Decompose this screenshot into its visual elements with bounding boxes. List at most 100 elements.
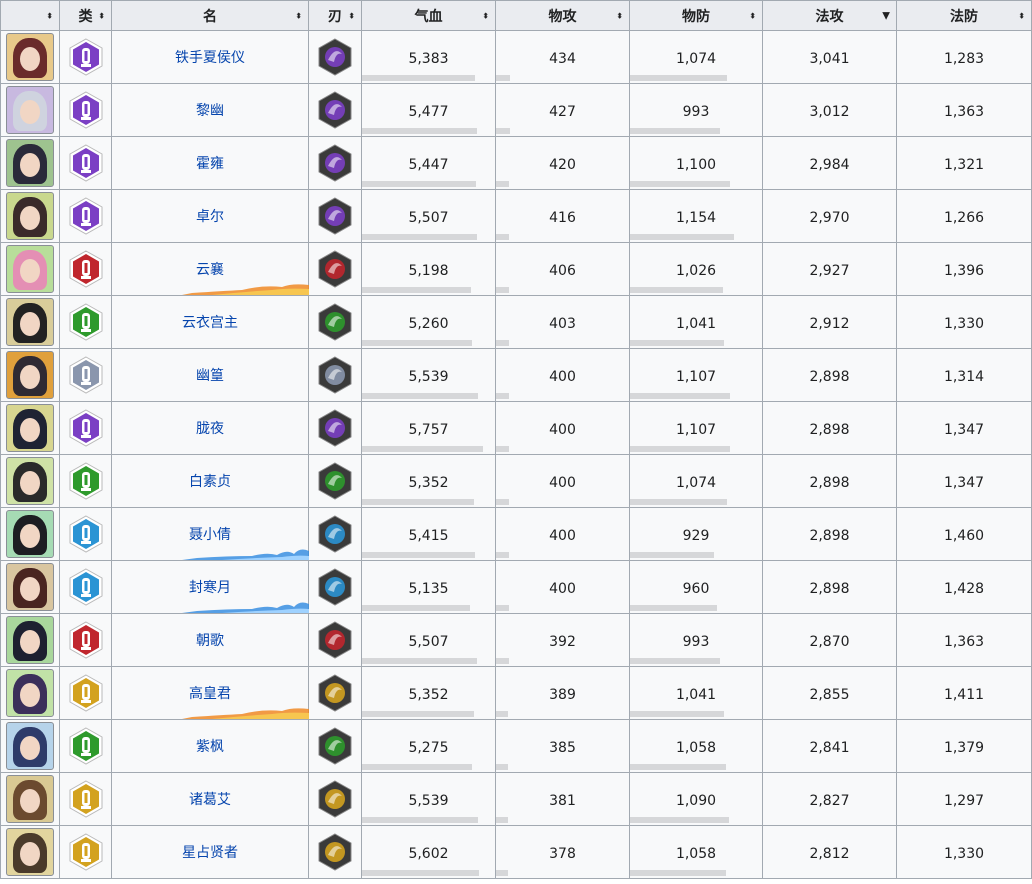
character-portrait[interactable]: [6, 616, 54, 664]
character-name-link[interactable]: 卓尔: [196, 209, 224, 225]
purple-blade-icon[interactable]: [309, 409, 361, 447]
red-class-icon[interactable]: [60, 249, 111, 289]
column-header-matk[interactable]: 法攻 ▼: [762, 0, 897, 31]
character-portrait[interactable]: [6, 86, 54, 134]
sort-icon[interactable]: ⬍: [295, 11, 302, 20]
blue-class-icon[interactable]: [60, 514, 111, 554]
purple-blade-icon[interactable]: [309, 197, 361, 235]
character-name-link[interactable]: 聂小倩: [189, 527, 231, 543]
green-class-icon[interactable]: [60, 302, 111, 342]
character-name-link[interactable]: 霍雍: [196, 156, 224, 172]
character-name-link[interactable]: 云衣宫主: [182, 315, 238, 331]
character-portrait[interactable]: [6, 563, 54, 611]
character-portrait[interactable]: [6, 722, 54, 770]
column-header-type[interactable]: 类 ⬍: [59, 0, 112, 31]
red-blade-icon[interactable]: [309, 250, 361, 288]
purple-class-icon[interactable]: [60, 37, 111, 77]
character-portrait[interactable]: [6, 139, 54, 187]
pdef-value: 1,041: [675, 315, 717, 332]
gold-blade-icon[interactable]: [309, 780, 361, 818]
matk-cell: 2,898: [762, 401, 897, 455]
purple-class-icon[interactable]: [60, 90, 111, 130]
hp-cell: 5,477: [361, 83, 496, 137]
matk-value: 3,041: [809, 50, 850, 67]
character-name-link[interactable]: 星占贤者: [182, 845, 238, 861]
character-name-link[interactable]: 紫枫: [196, 739, 224, 755]
character-portrait[interactable]: [6, 351, 54, 399]
column-header-blade[interactable]: 刃 ⬍: [308, 0, 362, 31]
red-blade-icon[interactable]: [309, 621, 361, 659]
green-class-icon[interactable]: [60, 461, 111, 501]
red-class-icon[interactable]: [60, 620, 111, 660]
sort-desc-icon[interactable]: ▼: [882, 10, 890, 21]
purple-blade-icon[interactable]: [309, 144, 361, 182]
character-portrait[interactable]: [6, 404, 54, 452]
character-name-link[interactable]: 黎幽: [196, 103, 224, 119]
blue-blade-icon[interactable]: [309, 568, 361, 606]
silver-blade-icon[interactable]: [309, 356, 361, 394]
column-header-name[interactable]: 名 ⬍: [111, 0, 309, 31]
green-blade-icon[interactable]: [309, 727, 361, 765]
sort-icon[interactable]: ⬍: [1018, 11, 1025, 20]
character-portrait[interactable]: [6, 298, 54, 346]
patk-value: 389: [549, 686, 576, 703]
green-class-icon[interactable]: [60, 726, 111, 766]
pdef-value: 960: [682, 580, 710, 597]
pdef-cell: 1,107: [629, 348, 763, 402]
sort-icon[interactable]: ⬍: [46, 11, 53, 20]
character-name-link[interactable]: 云襄: [196, 262, 224, 278]
column-header-pdef[interactable]: 物防 ⬍: [629, 0, 763, 31]
sort-icon[interactable]: ⬍: [348, 11, 355, 20]
gold-class-icon[interactable]: [60, 832, 111, 872]
mdef-value: 1,283: [943, 50, 985, 67]
sort-icon[interactable]: ⬍: [98, 11, 105, 20]
character-portrait[interactable]: [6, 457, 54, 505]
character-portrait[interactable]: [6, 510, 54, 558]
hp-value: 5,602: [408, 845, 449, 862]
purple-blade-icon[interactable]: [309, 91, 361, 129]
pdef-bar: [630, 446, 730, 452]
gold-class-icon[interactable]: [60, 779, 111, 819]
gold-blade-icon[interactable]: [309, 833, 361, 871]
silver-class-icon[interactable]: [60, 355, 111, 395]
blue-blade-icon[interactable]: [309, 515, 361, 553]
character-name-link[interactable]: 朝歌: [196, 633, 224, 649]
character-portrait[interactable]: [6, 245, 54, 293]
sort-icon[interactable]: ⬍: [616, 11, 623, 20]
column-header-hp[interactable]: 气血 ⬍: [361, 0, 496, 31]
patk-bar: [496, 128, 510, 134]
character-name-link[interactable]: 铁手夏侯仪: [175, 50, 245, 66]
purple-blade-icon[interactable]: [309, 38, 361, 76]
character-name-link[interactable]: 胧夜: [196, 421, 224, 437]
mdef-value: 1,379: [943, 739, 985, 756]
character-name-link[interactable]: 白素贞: [189, 474, 231, 490]
matk-value: 2,927: [809, 262, 850, 279]
avatar-cell: [0, 772, 60, 826]
character-name-link[interactable]: 封寒月: [189, 580, 231, 596]
character-portrait[interactable]: [6, 775, 54, 823]
gold-class-icon[interactable]: [60, 673, 111, 713]
character-name-link[interactable]: 高皇君: [189, 686, 231, 702]
column-header-patk[interactable]: 物攻 ⬍: [495, 0, 630, 31]
sort-icon[interactable]: ⬍: [482, 11, 489, 20]
green-blade-icon[interactable]: [309, 303, 361, 341]
purple-class-icon[interactable]: [60, 143, 111, 183]
patk-value: 434: [549, 50, 576, 67]
column-header-avatar[interactable]: ⬍: [0, 0, 60, 31]
hp-bar: [362, 499, 474, 505]
character-portrait[interactable]: [6, 669, 54, 717]
green-blade-icon[interactable]: [309, 462, 361, 500]
sort-icon[interactable]: ⬍: [749, 11, 756, 20]
character-portrait[interactable]: [6, 828, 54, 876]
pdef-cell: 1,041: [629, 295, 763, 349]
purple-class-icon[interactable]: [60, 196, 111, 236]
character-portrait[interactable]: [6, 192, 54, 240]
blue-class-icon[interactable]: [60, 567, 111, 607]
gold-blade-icon[interactable]: [309, 674, 361, 712]
character-name-link[interactable]: 幽篁: [196, 368, 224, 384]
character-portrait[interactable]: [6, 33, 54, 81]
character-name-link[interactable]: 诸葛艾: [189, 792, 231, 808]
patk-cell: 400: [495, 454, 630, 508]
purple-class-icon[interactable]: [60, 408, 111, 448]
column-header-mdef[interactable]: 法防 ⬍: [896, 0, 1032, 31]
